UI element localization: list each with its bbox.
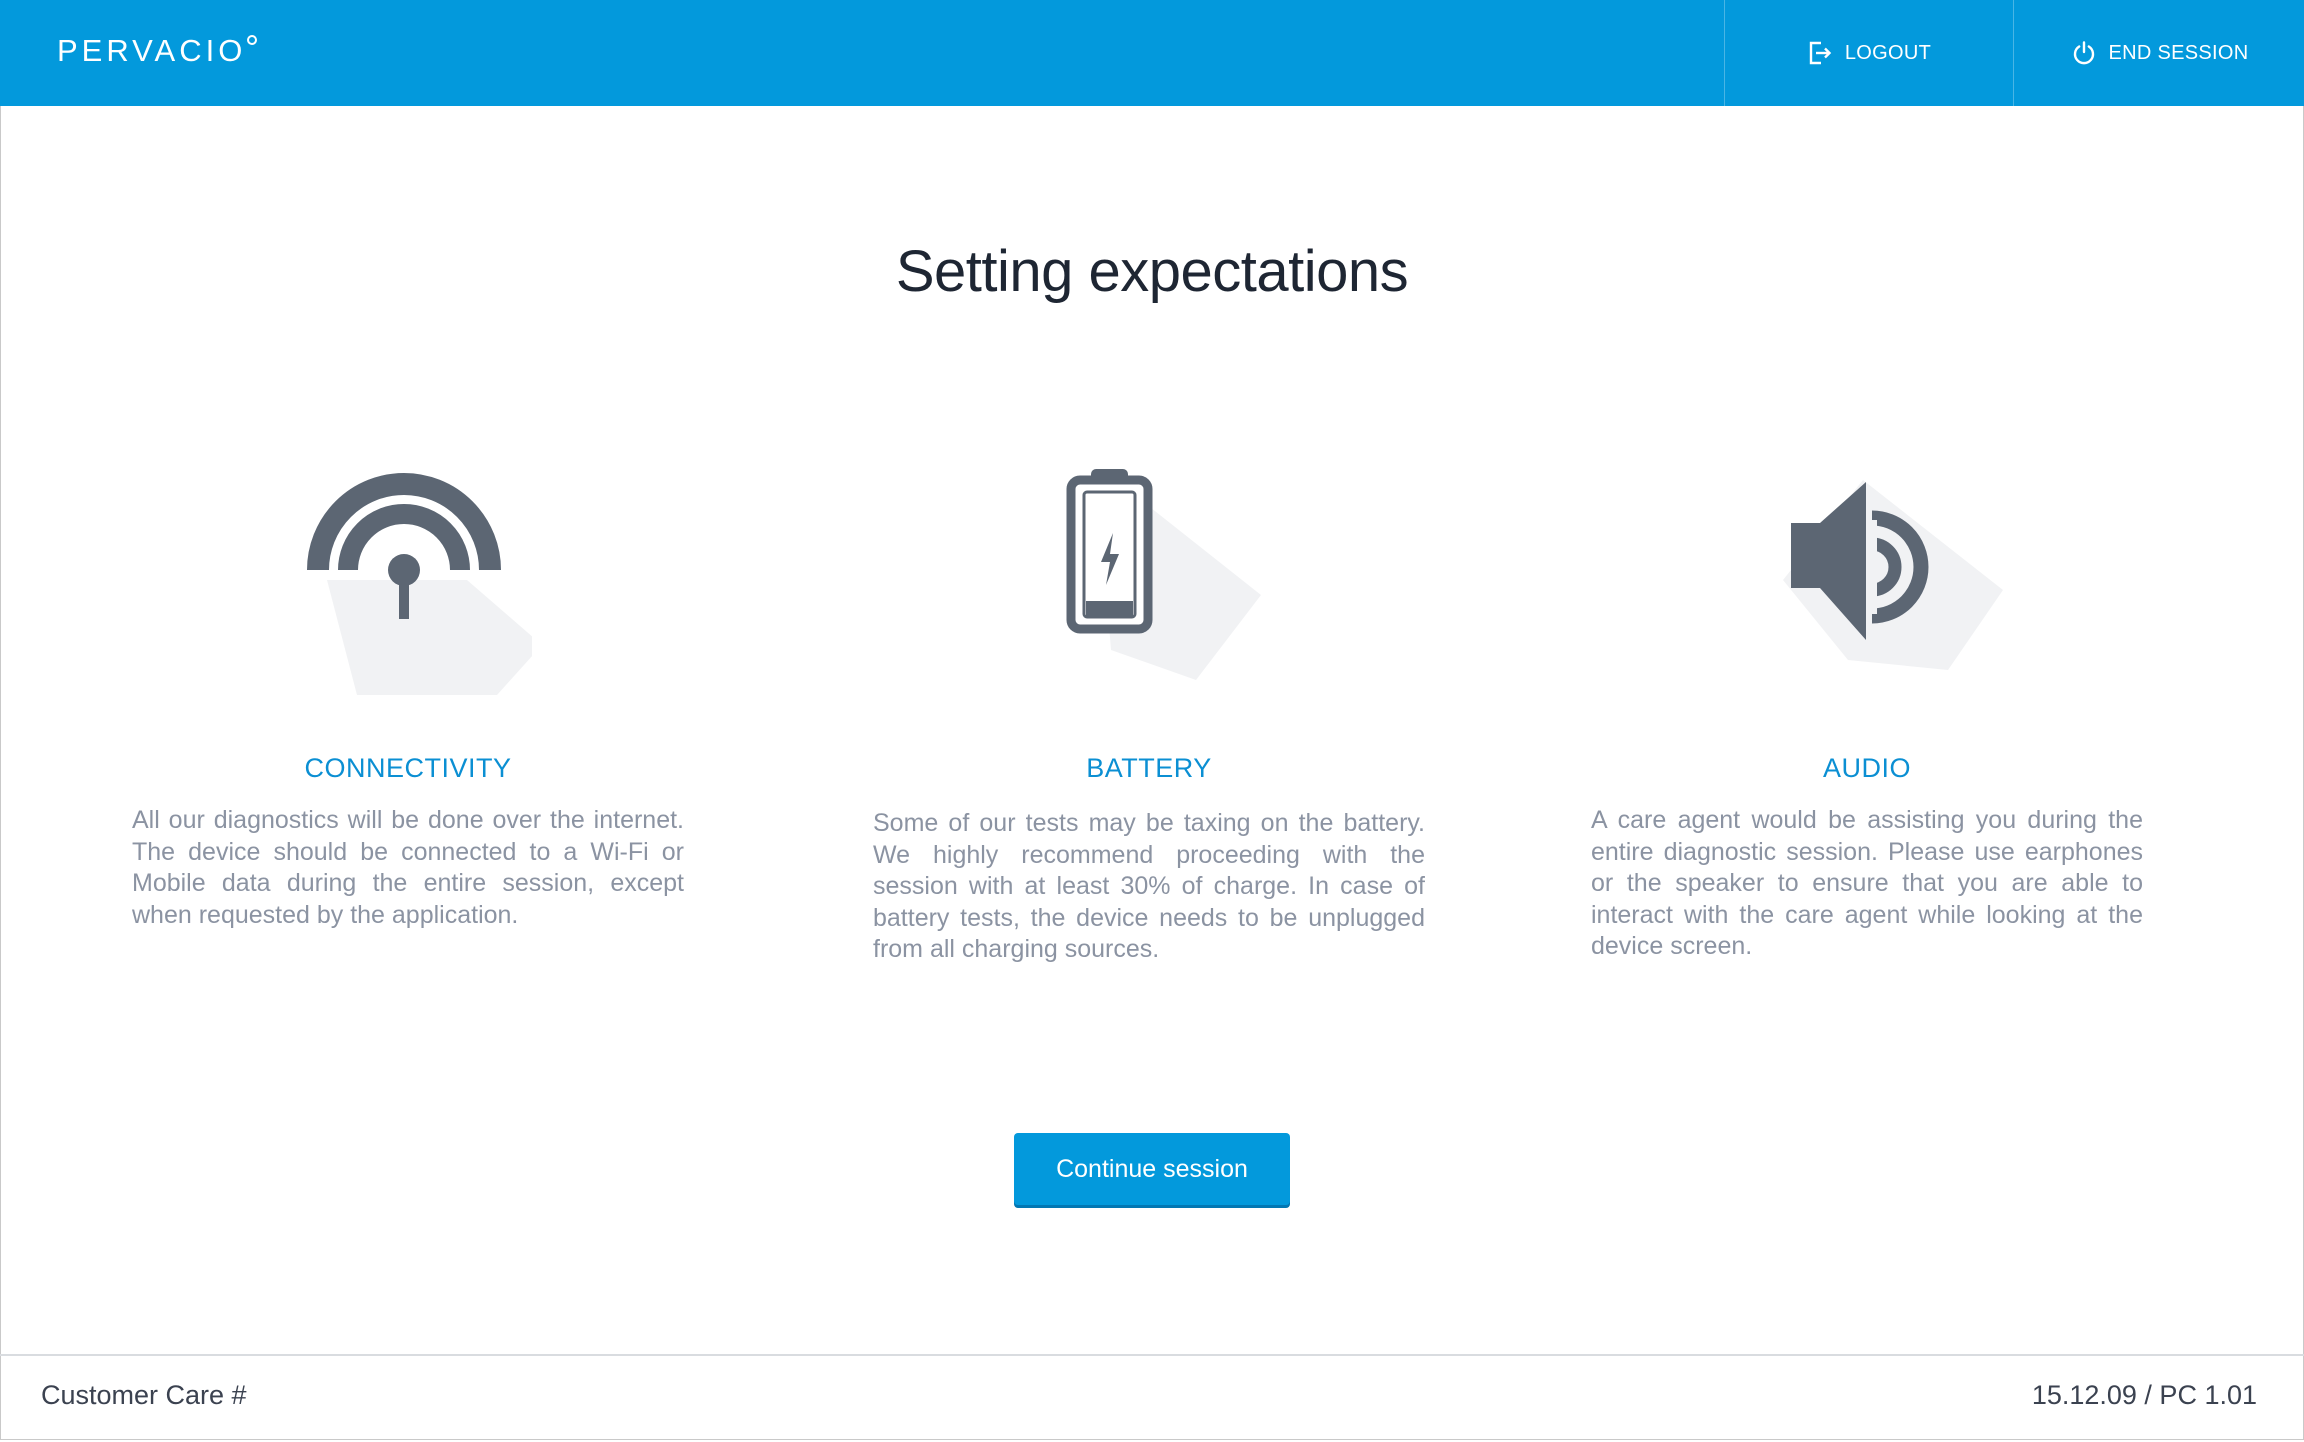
audio-title: AUDIO xyxy=(1822,753,1911,783)
connectivity-title: CONNECTIVITY xyxy=(304,753,512,783)
end-session-label: END SESSION xyxy=(2108,41,2249,64)
page-title: Setting expectations xyxy=(895,239,1409,304)
footer-bar: Customer Care # 15.12.09 / PC 1.01 xyxy=(0,1354,2304,1442)
app-frame xyxy=(0,0,2304,1440)
power-icon xyxy=(2071,40,2097,66)
speaker-icon xyxy=(1591,460,2143,710)
battery-icon xyxy=(873,460,1425,710)
audio-text: A care agent would be assisting you duri… xyxy=(1591,806,2143,960)
logout-button[interactable]: LOGOUT xyxy=(1724,0,2013,106)
connectivity-text: All our diagnostics will be done over th… xyxy=(132,806,684,929)
top-bar: PERVACIO LOGOUT END SESSION xyxy=(0,0,2304,106)
logout-icon xyxy=(1807,40,1833,66)
end-session-button[interactable]: END SESSION xyxy=(2013,0,2304,106)
battery-text: Some of our tests may be taxing on the b… xyxy=(873,809,1425,963)
logo-dot xyxy=(247,35,258,45)
battery-title: BATTERY xyxy=(1086,753,1212,783)
logo-text: PERVACIO xyxy=(57,33,247,68)
wifi-icon xyxy=(132,460,684,710)
logout-label: LOGOUT xyxy=(1844,41,1932,64)
version-label: 15.12.09 / PC 1.01 xyxy=(2031,1380,2257,1410)
continue-session-button[interactable]: Continue session xyxy=(1014,1133,1290,1205)
pervacio-logo: PERVACIO xyxy=(57,33,258,69)
customer-care-label: Customer Care # xyxy=(41,1380,247,1410)
